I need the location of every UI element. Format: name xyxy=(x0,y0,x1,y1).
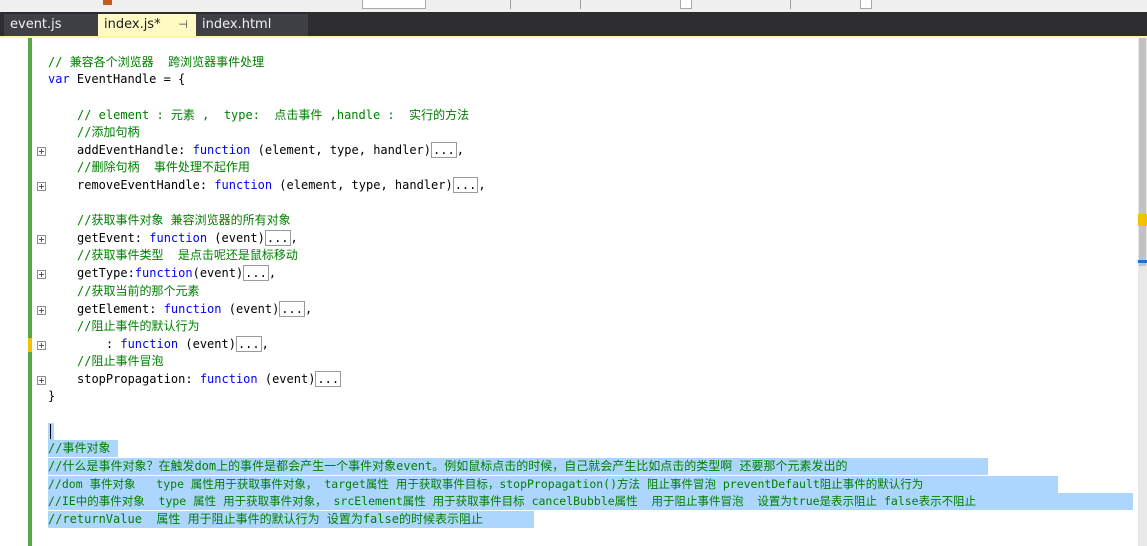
toolbar-separator xyxy=(510,0,511,9)
change-bar xyxy=(28,38,32,546)
tab-bar: event.js index.js* ⊣ index.html xyxy=(0,12,1147,36)
code-line: getType:function(event)..., xyxy=(77,265,276,282)
scrollbar-caret-marker xyxy=(1138,260,1147,263)
expand-icon[interactable] xyxy=(37,270,46,279)
code-line: addEventHandle: function (element, type,… xyxy=(77,142,464,159)
collapsed-block[interactable]: ... xyxy=(264,230,291,246)
keyword: function xyxy=(120,337,179,351)
code-line: //事件对象 xyxy=(48,441,111,455)
code-line: // 兼容各个浏览器 跨浏览器事件处理 xyxy=(48,55,265,69)
keyword: function xyxy=(214,178,273,192)
change-marker xyxy=(28,338,32,352)
code-line: //删除句柄 事件处理不起作用 xyxy=(77,160,250,174)
code-line: //IE中的事件对象 type 属性 用于获取事件对象， srcElement属… xyxy=(48,494,977,508)
code-line: getElement: function (event)..., xyxy=(77,301,312,318)
expand-icon[interactable] xyxy=(37,235,46,244)
code-text: removeEventHandle: xyxy=(77,178,215,192)
code-line: //什么是事件对象？在触发dom上的事件是都会产生一个事件对象event。例如鼠… xyxy=(48,459,848,473)
collapsed-block[interactable]: ... xyxy=(279,301,305,317)
code-text: , xyxy=(261,337,269,351)
scrollbar-change-marker xyxy=(1138,214,1147,226)
vertical-scrollbar[interactable] xyxy=(1138,38,1147,546)
code-text: , xyxy=(478,178,486,192)
tab-label: index.html xyxy=(202,17,272,32)
code-line: //添加句柄 xyxy=(77,125,140,139)
code-line: var EventHandle = { xyxy=(48,71,185,88)
code-line: //获取事件对象 兼容浏览器的所有对象 xyxy=(77,213,291,227)
code-line: : function (event)..., xyxy=(77,336,269,353)
code-line: //阻止事件的默认行为 xyxy=(77,319,200,333)
code-text: , xyxy=(304,302,313,316)
tab-label: index.js* xyxy=(104,17,161,32)
code-text: EventHandle = { xyxy=(69,72,186,86)
toolbar-dropdown[interactable] xyxy=(362,0,426,9)
selection-highlight xyxy=(48,423,54,440)
toolbar-separator xyxy=(580,0,581,9)
expand-icon[interactable] xyxy=(37,341,46,350)
expand-icon[interactable] xyxy=(37,306,46,315)
keyword: function xyxy=(199,372,258,386)
keyword: function xyxy=(163,302,222,316)
collapsed-block[interactable]: ... xyxy=(452,177,479,193)
keyword: function xyxy=(149,231,208,245)
text-caret xyxy=(50,424,51,439)
code-text: (element, type, handler) xyxy=(272,178,453,192)
scrollbar-thumb[interactable] xyxy=(1139,38,1146,266)
expand-icon[interactable] xyxy=(37,376,46,385)
collapsed-block[interactable]: ... xyxy=(431,142,457,158)
code-line: stopPropagation: function (event)... xyxy=(77,371,342,388)
code-text: : xyxy=(77,337,121,351)
code-text: (event) xyxy=(221,302,280,316)
code-text: getElement: xyxy=(77,302,164,316)
code-line: //returnValue 属性 用于阻止事件的默认行为 设置为false的时候… xyxy=(48,512,483,526)
expand-icon[interactable] xyxy=(37,147,46,156)
code-text: addEventHandle: xyxy=(77,143,193,157)
code-line: //阻止事件冒泡 xyxy=(77,354,164,368)
keyword: function xyxy=(134,266,193,280)
code-line: // element : 元素 , type: 点击事件 ,handle : 实… xyxy=(77,108,470,122)
keyword: function xyxy=(192,143,251,157)
code-text: (event) xyxy=(257,372,316,386)
expand-icon[interactable] xyxy=(37,182,46,191)
collapsed-block[interactable]: ... xyxy=(315,371,342,387)
tab-event-js[interactable]: event.js xyxy=(4,14,98,36)
toolbar-button[interactable] xyxy=(680,0,692,9)
code-text: getType: xyxy=(77,266,135,280)
code-line: //获取当前的那个元素 xyxy=(77,284,200,298)
tab-label: event.js xyxy=(10,17,62,32)
code-text: (event) xyxy=(178,337,236,351)
code-text: (element, type, handler) xyxy=(250,143,432,157)
code-text: (event) xyxy=(192,266,244,280)
collapsed-block[interactable]: ... xyxy=(243,265,269,281)
code-line: //dom 事件对象 type 属性用于获取事件对象， target属性 用于获… xyxy=(48,477,924,491)
code-line: } xyxy=(48,389,56,403)
code-text: , xyxy=(456,143,464,157)
code-line: getEvent: function (event)..., xyxy=(77,230,298,247)
collapsed-block[interactable]: ... xyxy=(235,336,262,352)
toolbar-separator xyxy=(790,0,791,9)
pin-icon[interactable]: ⊣ xyxy=(178,14,188,36)
tab-index-html[interactable]: index.html xyxy=(196,14,308,36)
toolbar-button[interactable] xyxy=(860,0,872,9)
keyword: var xyxy=(48,72,70,86)
toolbar-icon[interactable] xyxy=(103,0,112,5)
code-text: getEvent: xyxy=(77,231,150,245)
code-text: , xyxy=(268,266,277,280)
code-text: stopPropagation: xyxy=(77,372,200,386)
code-line: removeEventHandle: function (element, ty… xyxy=(77,177,486,194)
code-text: , xyxy=(290,231,298,245)
code-line: //获取事件类型 是点击呢还是鼠标移动 xyxy=(77,248,298,262)
code-text: (event) xyxy=(207,231,265,245)
code-editor[interactable]: // 兼容各个浏览器 跨浏览器事件处理 var EventHandle = { … xyxy=(0,38,1138,546)
tab-index-js[interactable]: index.js* ⊣ xyxy=(98,14,196,36)
